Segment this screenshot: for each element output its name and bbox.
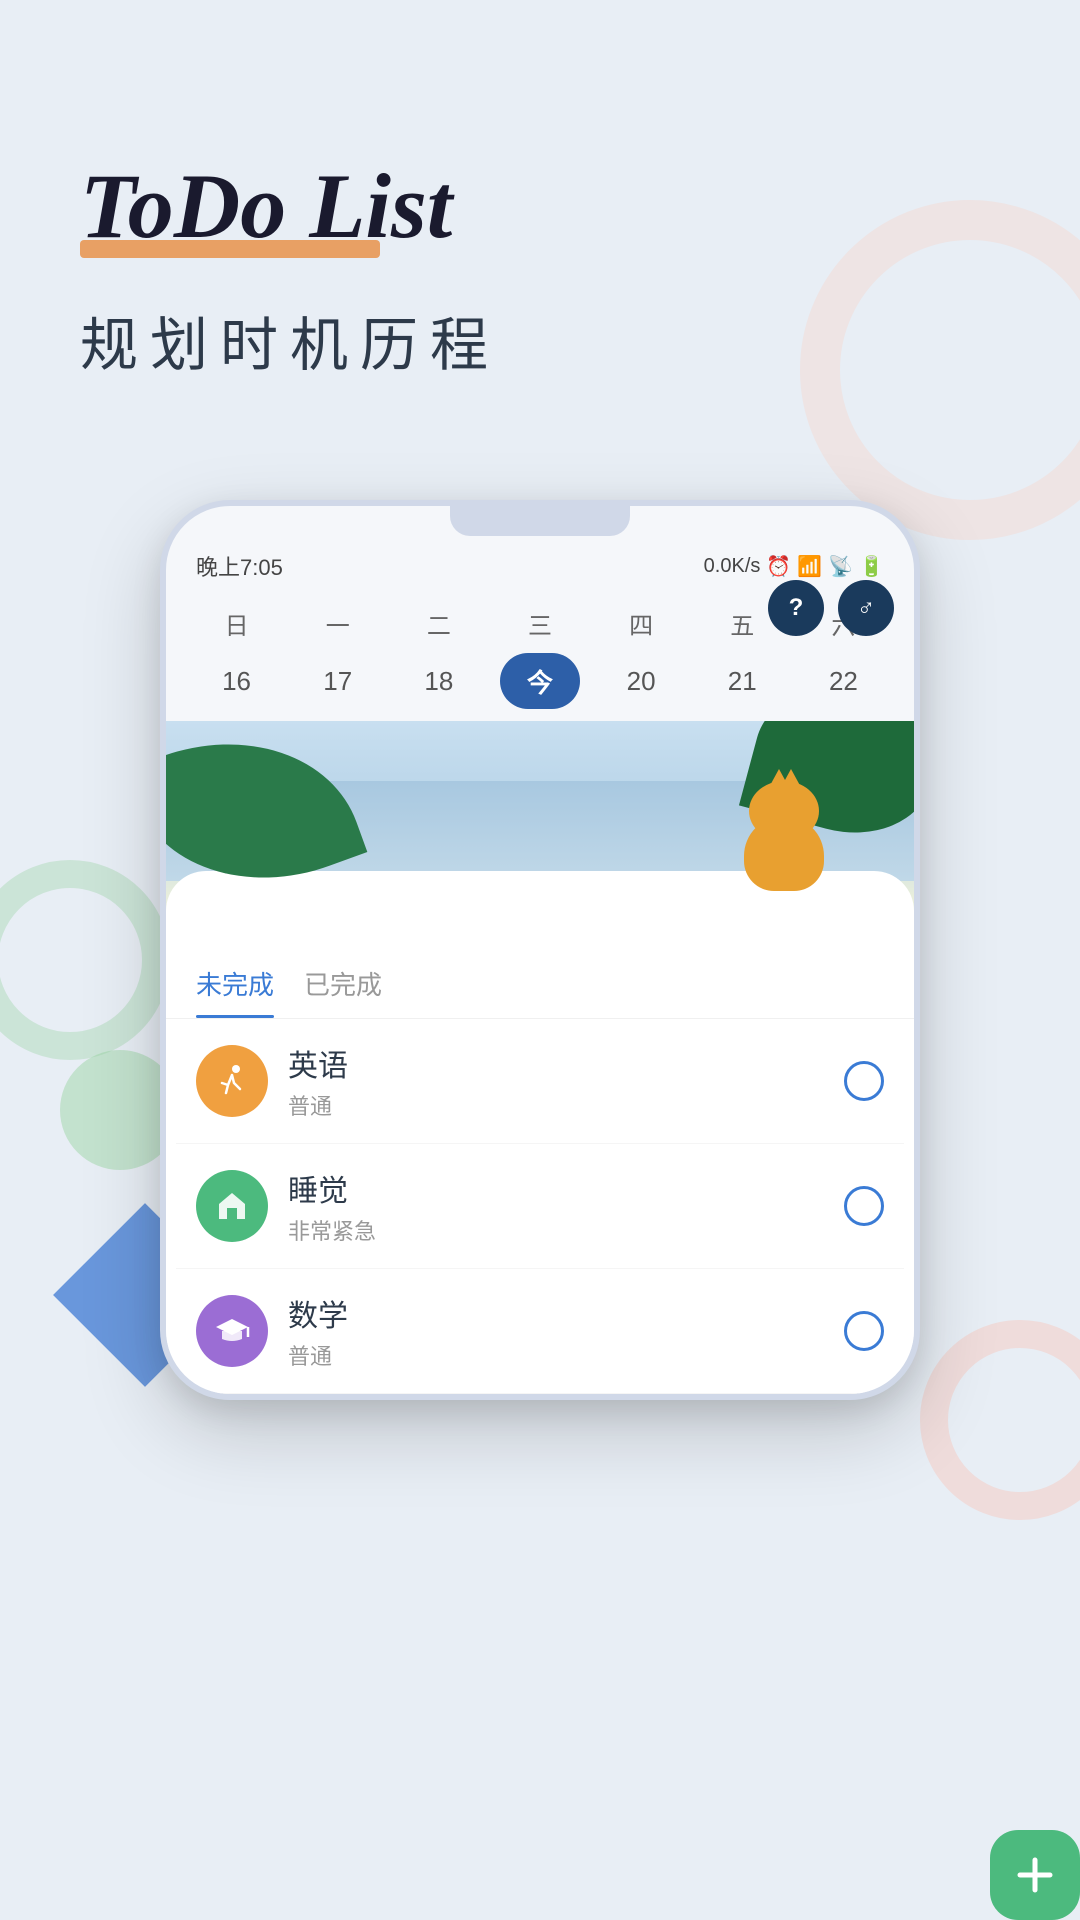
date-22[interactable]: 22 xyxy=(803,653,883,709)
help-icon: ? xyxy=(789,594,804,622)
date-today[interactable]: 今 xyxy=(500,653,580,709)
weekday-mon: 一 xyxy=(298,606,378,641)
battery-icon: 🔋 xyxy=(859,554,884,579)
signal-icon: 📶 xyxy=(797,554,822,579)
task-priority-math: 普通 xyxy=(288,1339,824,1371)
app-title: ToDo List xyxy=(80,160,1000,252)
bg-decoration-btn[interactable] xyxy=(990,1830,1080,1920)
task-name-sleep: 睡觉 xyxy=(288,1166,824,1210)
cat-ear-right xyxy=(779,769,803,791)
app-subtitle: 规划时机历程 xyxy=(80,298,1000,382)
task-icon-english xyxy=(196,1045,268,1117)
phone-notch xyxy=(450,506,630,536)
tabs-row: 未完成 已完成 xyxy=(166,941,914,1019)
phone-container: 晚上7:05 0.0K/s ⏰ 📶 📡 🔋 ? ♂ xyxy=(160,500,920,1400)
scene-illustration xyxy=(166,721,914,941)
bg-decoration-circle-4 xyxy=(920,1320,1080,1520)
tab-incomplete[interactable]: 未完成 xyxy=(196,965,274,1018)
task-info-math: 数学 普通 xyxy=(288,1291,824,1371)
task-priority-sleep: 非常紧急 xyxy=(288,1214,824,1246)
task-checkbox-english[interactable] xyxy=(844,1061,884,1101)
date-20[interactable]: 20 xyxy=(601,653,681,709)
status-time: 晚上7:05 xyxy=(196,550,283,582)
task-name-math: 数学 xyxy=(288,1291,824,1335)
add-icon xyxy=(1010,1850,1060,1900)
task-name-english: 英语 xyxy=(288,1041,824,1085)
task-item-sleep[interactable]: 睡觉 非常紧急 xyxy=(176,1144,904,1269)
cat-figure xyxy=(734,781,834,891)
weekday-wed: 三 xyxy=(500,606,580,641)
task-info-sleep: 睡觉 非常紧急 xyxy=(288,1166,824,1246)
task-icon-math xyxy=(196,1295,268,1367)
date-17[interactable]: 17 xyxy=(298,653,378,709)
task-info-english: 英语 普通 xyxy=(288,1041,824,1121)
weekday-thu: 四 xyxy=(601,606,681,641)
wifi-icon: 📡 xyxy=(828,554,853,579)
weekday-sun: 日 xyxy=(197,606,277,641)
tab-complete[interactable]: 已完成 xyxy=(304,965,382,1018)
action-icons: ? ♂ xyxy=(768,580,894,636)
network-speed: 0.0K/s xyxy=(704,555,761,578)
alarm-icon: ⏰ xyxy=(766,554,791,579)
date-18[interactable]: 18 xyxy=(399,653,479,709)
task-item-math[interactable]: 数学 普通 xyxy=(176,1269,904,1394)
header: ToDo List 规划时机历程 xyxy=(0,0,1080,382)
title-underline xyxy=(80,240,380,258)
task-checkbox-sleep[interactable] xyxy=(844,1186,884,1226)
date-21[interactable]: 21 xyxy=(702,653,782,709)
bg-decoration-circle-2 xyxy=(0,860,170,1060)
task-priority-english: 普通 xyxy=(288,1089,824,1121)
date-16[interactable]: 16 xyxy=(197,653,277,709)
settings-icon: ♂ xyxy=(857,594,875,622)
date-row: 16 17 18 今 20 21 22 xyxy=(186,649,894,721)
cat-body xyxy=(744,816,824,891)
task-item-english[interactable]: 英语 普通 xyxy=(176,1019,904,1144)
settings-button[interactable]: ♂ xyxy=(838,580,894,636)
calendar-area: ? ♂ 日 一 二 三 四 五 六 16 17 18 今 xyxy=(166,590,914,721)
content-area: 未完成 已完成 英语 普通 xyxy=(166,941,914,1394)
status-right: 0.0K/s ⏰ 📶 📡 🔋 xyxy=(704,554,884,579)
task-list: 英语 普通 睡觉 非常紧急 xyxy=(166,1019,914,1394)
home-icon xyxy=(214,1188,250,1224)
phone-mockup: 晚上7:05 0.0K/s ⏰ 📶 📡 🔋 ? ♂ xyxy=(160,500,920,1400)
task-icon-sleep xyxy=(196,1170,268,1242)
task-checkbox-math[interactable] xyxy=(844,1311,884,1351)
running-icon xyxy=(214,1063,250,1099)
weekday-tue: 二 xyxy=(399,606,479,641)
graduation-icon xyxy=(214,1313,250,1349)
help-button[interactable]: ? xyxy=(768,580,824,636)
